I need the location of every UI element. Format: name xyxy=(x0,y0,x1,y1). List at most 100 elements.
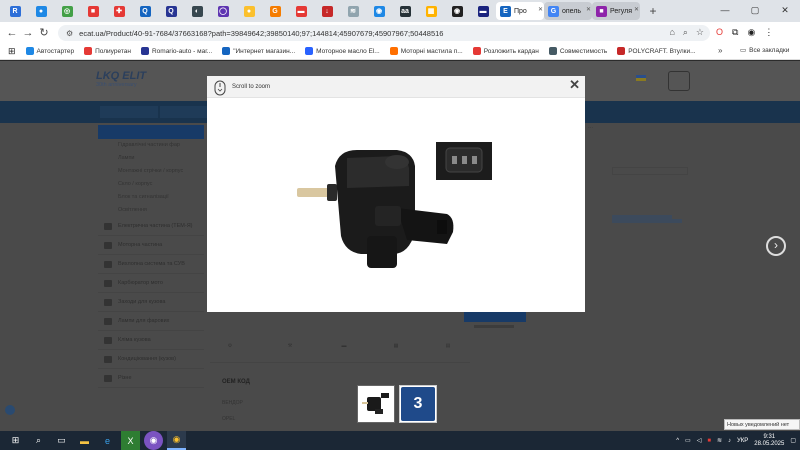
edge-icon[interactable]: e xyxy=(98,431,117,450)
clock[interactable]: 9:31 28.05.2025 xyxy=(754,434,784,448)
profile-icon[interactable]: ◉ xyxy=(747,27,755,38)
sidebar-category[interactable]: Вихлопна система та СУВ xyxy=(98,255,204,274)
sidebar-category[interactable]: Кондиціювання (кузов) xyxy=(98,350,204,369)
browser-tab[interactable]: ◉ xyxy=(366,2,392,20)
browser-tab[interactable]: Q xyxy=(158,2,184,20)
browser-tab[interactable]: ≋ xyxy=(340,2,366,20)
browser-tab[interactable]: G xyxy=(262,2,288,20)
tray-chevron-icon[interactable]: ^ xyxy=(676,438,679,444)
sidebar-subitem[interactable]: Скло / корпус xyxy=(98,178,204,191)
tab-close-icon[interactable]: ✕ xyxy=(538,6,543,13)
tab-oem[interactable]: ▦ xyxy=(376,343,416,349)
browser-tab[interactable]: R xyxy=(2,2,28,20)
sidebar-subitem[interactable]: Лампи xyxy=(98,152,204,165)
extensions-icon[interactable]: ⧉ xyxy=(732,27,738,38)
browser-tab[interactable]: ■ Регуля ✕ xyxy=(592,2,640,20)
search-icon[interactable]: ⌕ xyxy=(683,27,688,38)
browser-tab[interactable]: ● xyxy=(236,2,262,20)
bookmarks-more-icon[interactable]: » xyxy=(718,46,722,55)
sidebar-category[interactable]: Моторна частина xyxy=(98,236,204,255)
chrome-icon[interactable]: ◉ xyxy=(167,431,186,450)
add-to-cart-button[interactable] xyxy=(464,312,526,322)
browser-tab[interactable]: aa xyxy=(392,2,418,20)
browser-tab[interactable]: ↓ xyxy=(314,2,340,20)
menu-icon[interactable]: ⋮ xyxy=(764,27,773,38)
all-bookmarks-button[interactable]: ▭ Все закладки xyxy=(740,46,789,55)
sidebar-header[interactable] xyxy=(98,125,204,139)
star-icon[interactable]: ☆ xyxy=(696,27,704,38)
maximize-icon[interactable]: ▢ xyxy=(740,0,770,22)
product-image[interactable] xyxy=(297,136,457,286)
tab-analogs[interactable]: ▬ xyxy=(324,343,364,349)
bookmark-item[interactable]: Автостартер xyxy=(25,47,74,55)
close-window-icon[interactable]: ✕ xyxy=(770,0,800,22)
cart-icon[interactable] xyxy=(668,71,690,91)
minimize-icon[interactable]: — xyxy=(710,0,740,22)
browser-tab[interactable]: ▦ xyxy=(418,2,444,20)
nav-item-1[interactable] xyxy=(100,106,158,118)
omnibox[interactable]: ⚙ ecat.ua/Product/40-91-7684/37663168?pa… xyxy=(58,25,710,41)
notifications-icon[interactable]: ▢ xyxy=(790,437,796,444)
new-tab-button[interactable]: + xyxy=(644,4,662,18)
volume-icon[interactable]: ◁ xyxy=(697,437,702,444)
url-text[interactable]: ecat.ua/Product/40-91-7684/37663168?path… xyxy=(79,29,443,38)
browser-tab[interactable]: Gопель ✕ xyxy=(544,2,592,20)
browser-tab[interactable]: Q xyxy=(132,2,158,20)
file-explorer-icon[interactable]: ▬ xyxy=(75,431,94,450)
bookmark-item[interactable]: POLYCRAFT. Втулки... xyxy=(617,47,696,55)
flag-icon[interactable] xyxy=(636,75,646,81)
browser-tab[interactable]: ▬ xyxy=(288,2,314,20)
sidebar-category[interactable]: Електрична частина (TEM-Я) xyxy=(98,217,204,236)
browser-tab[interactable]: ▬ xyxy=(470,2,496,20)
language-indicator[interactable]: УКР xyxy=(737,438,748,444)
browser-tab[interactable]: ◎ xyxy=(54,2,80,20)
browser-tab[interactable]: ◯ xyxy=(210,2,236,20)
tab-docs[interactable]: ▤ xyxy=(428,343,468,349)
bookmark-item[interactable]: Моторное масло El... xyxy=(305,47,380,55)
antivirus-icon[interactable]: ■ xyxy=(707,438,711,444)
sidebar-category[interactable]: Заходи для кузова xyxy=(98,293,204,312)
sidebar-subitem[interactable]: Монтажні стрічки / корпус xyxy=(98,165,204,178)
browser-tab[interactable]: ◐ xyxy=(184,2,210,20)
translate-icon[interactable]: ⌂ xyxy=(669,27,674,38)
browser-tab[interactable]: ■ xyxy=(80,2,106,20)
excel-icon[interactable]: X xyxy=(121,431,140,450)
sidebar-subitem[interactable]: Освітлення xyxy=(98,204,204,217)
wifi-icon[interactable]: ≋ xyxy=(717,437,722,444)
bookmark-item[interactable]: Моторні мастила п... xyxy=(389,47,463,55)
viber-icon[interactable]: ◉ xyxy=(144,431,163,450)
tab-close-icon[interactable]: ✕ xyxy=(586,6,591,13)
reload-icon[interactable]: ↻ xyxy=(36,26,52,39)
accessibility-icon[interactable] xyxy=(5,405,15,415)
sidebar-category[interactable]: Карбюратор мото xyxy=(98,274,204,293)
browser-tab[interactable]: ✚ xyxy=(106,2,132,20)
tab-applicability[interactable]: ⚒ xyxy=(270,343,310,349)
tab-close-icon[interactable]: ✕ xyxy=(634,6,639,13)
thumbnail-warranty[interactable]: 3 xyxy=(399,385,437,423)
bookmark-item[interactable]: "Интернет магазин... xyxy=(222,47,295,55)
task-view-icon[interactable]: ▭ xyxy=(52,431,71,450)
apps-icon[interactable]: ⊞ xyxy=(8,46,16,57)
site-logo[interactable]: LKQ ELIT 30th anniversary xyxy=(96,70,146,88)
tab-specs[interactable]: ⚙ xyxy=(210,343,250,349)
bookmark-item[interactable]: Полиуретан xyxy=(84,47,131,55)
sidebar-subitem[interactable]: Блок та сигналізації xyxy=(98,191,204,204)
start-icon[interactable]: ⊞ xyxy=(6,431,25,450)
browser-tab[interactable]: E Про ✕ xyxy=(496,2,544,20)
network-icon[interactable]: ▭ xyxy=(685,437,691,444)
search-taskbar-icon[interactable]: ⌕ xyxy=(29,431,48,450)
site-info-icon[interactable]: ⚙ xyxy=(66,29,73,38)
sidebar-category[interactable]: Кліма кузова xyxy=(98,331,204,350)
opera-icon[interactable]: O xyxy=(716,27,723,38)
speaker-icon[interactable]: ♪ xyxy=(728,438,731,444)
sidebar-subitem[interactable]: Гідравлічні частини фар xyxy=(98,139,204,152)
browser-tab[interactable]: ● xyxy=(28,2,54,20)
sidebar-category[interactable]: Лампи для фарових xyxy=(98,312,204,331)
browser-tab[interactable]: ◉ xyxy=(444,2,470,20)
close-icon[interactable]: ✕ xyxy=(569,77,580,93)
next-image-button[interactable]: › xyxy=(766,236,786,256)
back-icon[interactable]: ← xyxy=(4,27,20,39)
sidebar-category[interactable]: Різне xyxy=(98,369,204,388)
bookmark-item[interactable]: Romario-auto - маг... xyxy=(140,47,212,55)
bookmark-item[interactable]: Совместимость xyxy=(548,47,607,55)
